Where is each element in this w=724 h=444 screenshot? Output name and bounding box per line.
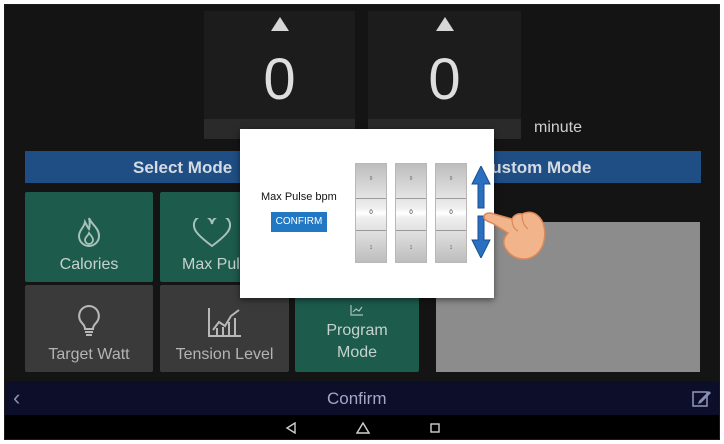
digit-picker-1-sep-top: [356, 198, 386, 199]
digit-picker-3-above: 9: [449, 176, 453, 182]
tile-program-mode[interactable]: Program Mode: [295, 285, 419, 372]
pointing-hand-icon: [483, 211, 546, 260]
edit-icon[interactable]: [691, 387, 713, 409]
digit-picker-2-below: 1: [409, 245, 413, 251]
system-nav-bar: [5, 415, 719, 439]
custom-mode-bar[interactable]: Custom Mode: [489, 151, 701, 183]
flame-icon: [77, 217, 101, 247]
confirm-button[interactable]: Confirm: [327, 389, 387, 409]
custom-mode-label: Custom Mode: [489, 158, 592, 177]
tile-target-watt-label: Target Watt: [48, 346, 130, 363]
heart-icon: [192, 218, 232, 248]
digit-picker-1-value: 0: [369, 210, 373, 216]
spinner-unit-label: minute: [534, 119, 583, 136]
back-icon[interactable]: ‹: [13, 385, 20, 411]
tile-tension-level[interactable]: Tension Level: [160, 285, 289, 372]
digit-picker-3[interactable]: 9 0 1: [435, 163, 467, 263]
spinner-left-value: 0: [263, 47, 296, 112]
chart-icon: [350, 305, 363, 316]
nav-bar: ‹ Confirm: [5, 381, 719, 415]
digit-picker-1[interactable]: 9 0 1: [355, 163, 387, 263]
tile-program-mode-label-line2: Mode: [336, 344, 378, 361]
tile-calories[interactable]: Calories: [25, 192, 153, 282]
select-mode-bar: Select Mode: [25, 151, 245, 183]
tile-program-mode-label-line1: Program: [326, 322, 388, 339]
digit-picker-2-above: 9: [409, 176, 413, 182]
digit-picker-3-sep-top: [436, 198, 466, 199]
tile-calories-label: Calories: [59, 256, 119, 273]
system-back-icon[interactable]: [285, 422, 297, 434]
digit-picker-2-value: 0: [409, 210, 413, 216]
system-recents-icon[interactable]: [429, 422, 441, 434]
dialog-title: Max Pulse bpm: [261, 191, 337, 203]
digit-picker-1-below: 1: [369, 245, 373, 251]
select-mode-label: Select Mode: [133, 158, 233, 177]
digit-picker-1-sep-bottom: [356, 230, 386, 231]
digit-picker-3-value: 0: [449, 210, 453, 216]
spinner-right-up-arrow[interactable]: [436, 17, 454, 31]
digit-picker-3-below: 1: [449, 245, 453, 251]
dialog-confirm-button[interactable]: CONFIRM: [271, 212, 327, 232]
digit-picker-3-sep-bottom: [436, 230, 466, 231]
app-screen: 0 0 minute Select Mode Custom Mode Calor…: [4, 4, 720, 440]
system-home-icon[interactable]: [356, 422, 370, 434]
max-pulse-dialog: Max Pulse bpm CONFIRM 9 0 1 9 0 1 9 0 1: [240, 129, 494, 298]
digit-picker-1-above: 9: [369, 176, 373, 182]
tile-tension-level-label: Tension Level: [175, 346, 274, 363]
digit-picker-2-sep-top: [396, 198, 426, 199]
tile-target-watt[interactable]: Target Watt: [25, 285, 153, 372]
chart-icon: [207, 308, 241, 337]
digit-picker-2-sep-bottom: [396, 230, 426, 231]
lightbulb-icon: [78, 304, 100, 336]
digit-picker-2[interactable]: 9 0 1: [395, 163, 427, 263]
spinner-right-value: 0: [428, 47, 461, 112]
spinner-left-up-arrow[interactable]: [271, 17, 289, 31]
